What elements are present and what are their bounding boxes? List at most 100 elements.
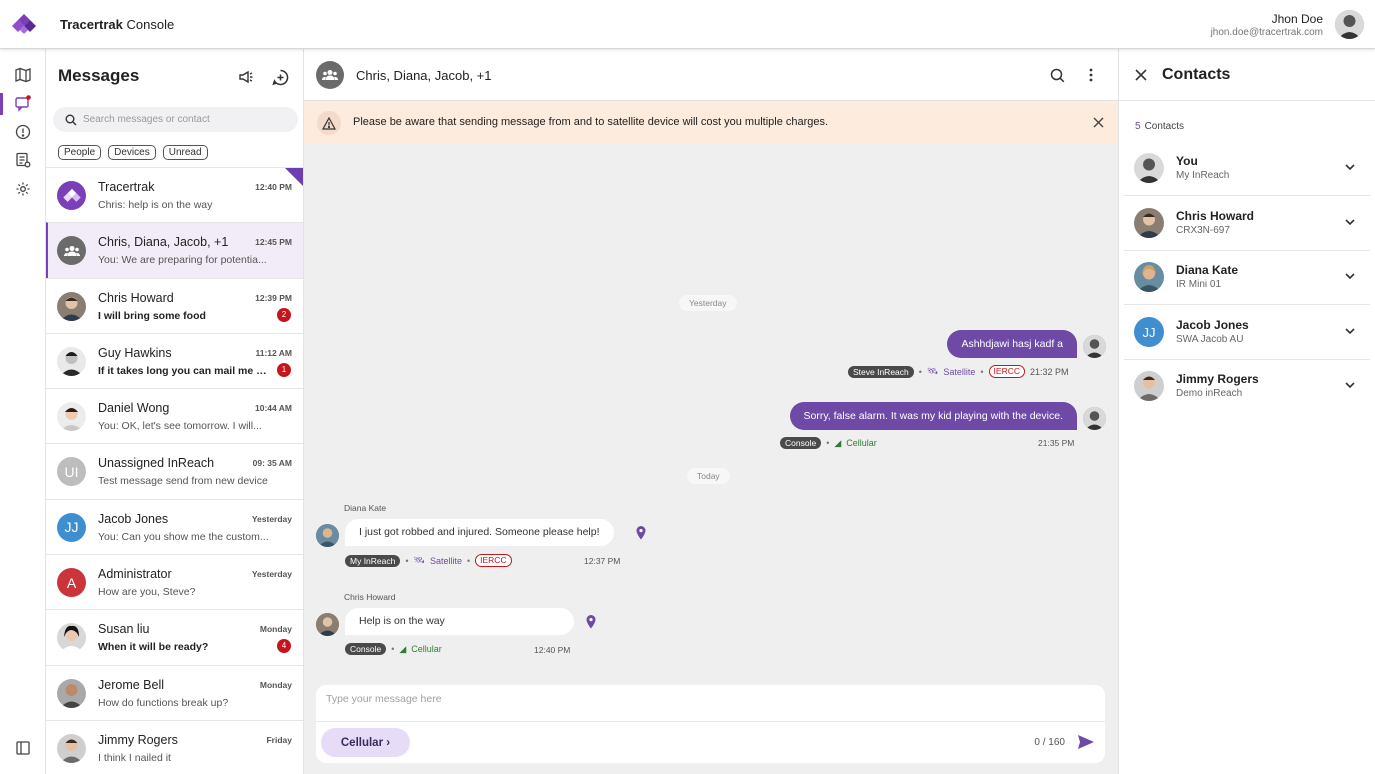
outgoing-message-bubble[interactable]: Sorry, false alarm. It was my kid playin… (789, 402, 1077, 430)
avatar (57, 623, 86, 653)
chat-panel: Chris, Diana, Jacob, +1 Please be aware … (304, 49, 1118, 774)
location-pin-icon[interactable] (585, 615, 597, 629)
cellular-signal-icon: ◢ (399, 643, 407, 654)
conversation-preview: You: OK, let's see tomorrow. I will... (98, 420, 262, 433)
user-email: jhon.doe@tracertrak.com (1210, 27, 1323, 38)
send-icon[interactable] (1077, 734, 1095, 750)
conversation-time: Yesterday (251, 513, 292, 524)
avatar (1134, 208, 1164, 238)
message-meta: My InReach • 🛰 Satellite • IERCC (345, 554, 512, 567)
incoming-message-bubble[interactable]: I just got robbed and injured. Someone p… (345, 519, 614, 546)
chat-title: Chris, Diana, Jacob, +1 (356, 68, 492, 83)
alert-icon[interactable] (13, 122, 33, 142)
broadcast-icon[interactable] (236, 67, 256, 87)
avatar-initials: JJ (57, 512, 86, 542)
filter-chips: People Devices Unread (58, 145, 208, 160)
contact-item[interactable]: Diana Kate IR Mini 01 (1124, 250, 1370, 305)
close-contacts-icon[interactable] (1133, 67, 1149, 83)
conversation-item[interactable]: JJ Jacob Jones You: Can you show me the … (46, 498, 303, 555)
tracertrak-logo-icon[interactable] (12, 13, 36, 35)
conversation-name: Unassigned InReach (98, 456, 215, 471)
search-box (53, 107, 298, 132)
sender-name: Diana Kate (344, 503, 387, 513)
cellular-signal-icon: ◢ (834, 437, 842, 448)
contact-item[interactable]: You My InReach (1124, 141, 1370, 196)
user-avatar[interactable] (1335, 10, 1364, 39)
sender-avatar (1083, 407, 1106, 430)
chevron-down-icon[interactable] (1344, 270, 1356, 282)
conversation-preview: How are you, Steve? (98, 586, 196, 599)
conversation-preview: How do functions break up? (98, 696, 229, 709)
top-bar: Tracertrak Console Jhon Doe jhon.doe@tra… (0, 0, 1375, 49)
contacts-title: Contacts (1162, 66, 1231, 83)
contact-item[interactable]: JJ Jacob Jones SWA Jacob AU (1124, 305, 1370, 360)
separator-dot: • (466, 555, 471, 566)
composer-divider (316, 721, 1105, 722)
conversation-preview: Chris: help is on the way (98, 199, 213, 211)
contact-item[interactable]: Chris Howard CRX3N-697 (1124, 196, 1370, 251)
network-select-button[interactable]: Cellular › (321, 728, 410, 757)
satellite-icon: 🛰 (413, 555, 425, 565)
conversation-item[interactable]: Tracertrak Chris: help is on the way 12:… (46, 167, 303, 223)
search-input[interactable] (83, 107, 288, 132)
chevron-down-icon[interactable] (1344, 216, 1356, 228)
message-input[interactable] (326, 693, 1086, 715)
satellite-icon: 🛰 (926, 366, 939, 376)
separator-dot: • (391, 644, 395, 654)
settings-icon[interactable] (13, 179, 33, 199)
conversation-item[interactable]: UI Unassigned InReach Test message send … (46, 443, 303, 499)
message-meta: Steve InReach • 🛰 Satellite • IERCC 21:3… (848, 365, 1069, 378)
conversation-item[interactable]: A Administrator How are you, Steve? Yest… (46, 554, 303, 610)
incoming-message-bubble[interactable]: Help is on the way (345, 608, 574, 635)
conversation-time: 11:12 AM (255, 347, 292, 358)
new-message-icon[interactable] (270, 67, 290, 87)
conversation-time: Yesterday (251, 569, 292, 580)
network-label: Cellular (846, 438, 877, 448)
location-pin-icon[interactable] (635, 526, 647, 540)
contact-item[interactable]: Jimmy Rogers Demo inReach (1124, 359, 1370, 414)
conversation-time: Monday (259, 624, 292, 635)
map-icon[interactable] (13, 65, 33, 85)
separator-dot: • (405, 555, 409, 566)
avatar (57, 733, 86, 763)
contacts-count: 5 Contacts (1135, 121, 1185, 132)
more-options-icon[interactable] (1081, 65, 1101, 85)
messages-nav-icon[interactable] (13, 93, 33, 113)
contact-name: Chris Howard (1176, 209, 1255, 223)
conversation-name: Susan liu (98, 622, 150, 637)
conversation-item-active[interactable]: Chris, Diana, Jacob, +1 You: We are prep… (46, 222, 303, 278)
conversation-list: Tracertrak Chris: help is on the way 12:… (46, 167, 303, 774)
filter-people[interactable]: People (58, 145, 102, 160)
device-tag: Console (345, 643, 387, 655)
conversation-item[interactable]: Jimmy Rogers I think I nailed it Friday (46, 719, 303, 774)
conversation-item[interactable]: Guy Hawkins If it takes long you can mai… (46, 332, 303, 389)
avatar (57, 678, 86, 708)
close-banner-icon[interactable] (1090, 114, 1106, 130)
sender-name: Chris Howard (344, 592, 396, 602)
chevron-down-icon[interactable] (1344, 161, 1356, 173)
chevron-down-icon[interactable] (1344, 325, 1356, 337)
message-composer: Cellular › 0 / 160 (316, 685, 1105, 763)
iercc-tag: IERCC (988, 365, 1025, 378)
filter-unread[interactable]: Unread (162, 145, 208, 160)
report-icon[interactable] (13, 150, 33, 170)
conversation-preview: I will bring some food (98, 309, 206, 322)
conversation-preview: I think I nailed it (98, 751, 171, 764)
avatar (1134, 262, 1164, 292)
outgoing-message-bubble[interactable]: Ashhdjawi hasj kadf a (947, 330, 1077, 358)
conversation-item[interactable]: Chris Howard I will bring some food 12:3… (46, 277, 303, 333)
search-icon[interactable] (1047, 65, 1067, 85)
conversation-preview: You: Can you show me the custom... (98, 530, 269, 543)
contact-name: Diana Kate (1176, 263, 1239, 277)
filter-devices[interactable]: Devices (108, 145, 156, 160)
conversation-item[interactable]: Susan liu When it will be ready? Monday … (46, 609, 303, 665)
conversation-item[interactable]: Jerome Bell How do functions break up? M… (46, 664, 303, 720)
chevron-down-icon[interactable] (1344, 379, 1356, 391)
collapse-sidebar-icon[interactable] (13, 738, 33, 758)
contact-name: You (1176, 154, 1198, 168)
avatar (57, 402, 86, 432)
conversation-item[interactable]: Daniel Wong You: OK, let's see tomorrow.… (46, 388, 303, 444)
conversation-time: 12:40 PM (255, 182, 292, 192)
conversation-name: Daniel Wong (98, 401, 170, 416)
message-time: 21:32 PM (1030, 366, 1069, 377)
